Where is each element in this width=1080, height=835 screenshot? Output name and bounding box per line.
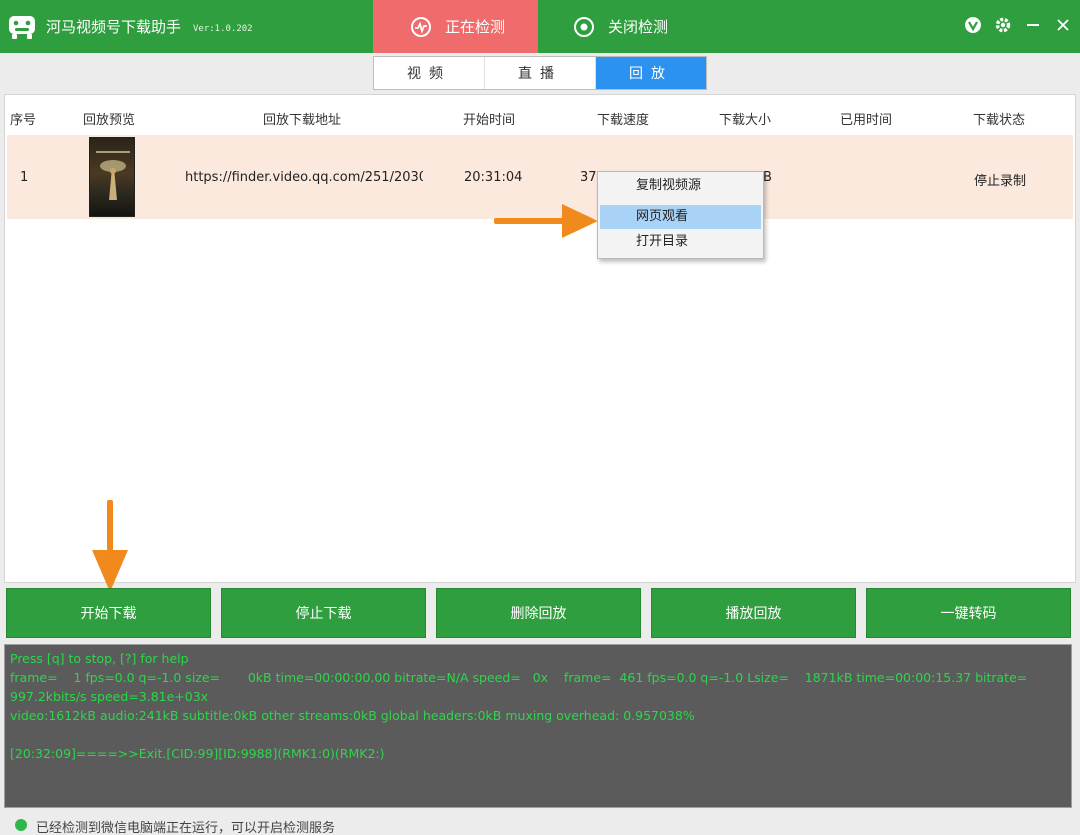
play-replay-button[interactable]: 播放回放 [651,588,856,638]
status-indicator-icon [15,819,27,831]
log-line: Press [q] to stop, [?] for help [10,651,189,666]
close-icon[interactable] [1053,15,1073,35]
app-logo-icon [9,16,35,39]
segment-video[interactable]: 视频 [374,57,485,89]
segment-replay[interactable]: 回放 [596,57,706,89]
row-url: https://finder.video.qq.com/251/2030 [185,170,423,185]
menu-web-view[interactable]: 网页观看 [600,205,761,229]
menu-copy-source[interactable]: 复制视频源 [600,174,761,198]
menu-open-folder[interactable]: 打开目录 [600,230,761,254]
tab-close-detect[interactable]: 关闭检测 [572,0,712,53]
download-table: 序号 回放预览 回放下载地址 开始时间 下载速度 下载大小 已用时间 下载状态 … [4,94,1076,583]
log-line: 997.2kbits/s speed=3.81e+03x [10,689,209,704]
header-index: 序号 [10,113,37,128]
header-status: 下载状态 [973,113,1026,128]
row-status: 停止录制 [974,174,1027,189]
log-console[interactable]: Press [q] to stop, [?] for help frame= 1… [4,644,1072,808]
arrow-down-icon [92,500,128,592]
context-menu: 复制视频源 网页观看 打开目录 [597,171,764,259]
header-preview: 回放预览 [83,113,136,128]
header-start-time: 开始时间 [463,113,516,128]
tab-close-detect-label: 关闭检测 [608,18,669,36]
status-text: 已经检测到微信电脑端正在运行，可以开启检测服务 [36,821,336,835]
header-url: 回放下载地址 [263,113,342,128]
header-size: 下载大小 [719,113,772,128]
tab-detecting-label: 正在检测 [445,18,506,36]
row-index: 1 [20,170,29,185]
replay-thumbnail [89,137,135,217]
header-speed: 下载速度 [597,113,650,128]
app-title: 河马视频号下载助手 [46,18,182,36]
log-line: frame= 1 fps=0.0 q=-1.0 size= 0kB time=0… [10,670,1028,685]
log-line: [20:32:09]====>>Exit.[CID:99][ID:9988](R… [10,746,385,761]
segment-live[interactable]: 直播 [485,57,596,89]
source-segment: 视频 直播 回放 [373,56,707,90]
minimize-icon[interactable] [1023,15,1043,35]
row-start-time: 20:31:04 [464,170,523,185]
gear-icon[interactable] [993,15,1013,35]
row-size: B [763,170,772,185]
stop-download-button[interactable]: 停止下载 [221,588,426,638]
convert-button[interactable]: 一键转码 [866,588,1071,638]
delete-replay-button[interactable]: 删除回放 [436,588,641,638]
stop-detect-icon [572,15,596,39]
start-download-button[interactable]: 开始下载 [6,588,211,638]
tab-detecting[interactable]: 正在检测 [373,0,538,53]
v-icon[interactable] [963,15,983,35]
detecting-icon [409,15,433,39]
header-elapsed: 已用时间 [840,113,893,128]
app-version: Ver:1.0.202 [193,24,253,34]
arrow-right-icon [494,204,598,238]
title-bar: 河马视频号下载助手 Ver:1.0.202 正在检测 关闭检测 [0,0,1080,53]
log-line: video:1612kB audio:241kB subtitle:0kB ot… [10,708,695,723]
